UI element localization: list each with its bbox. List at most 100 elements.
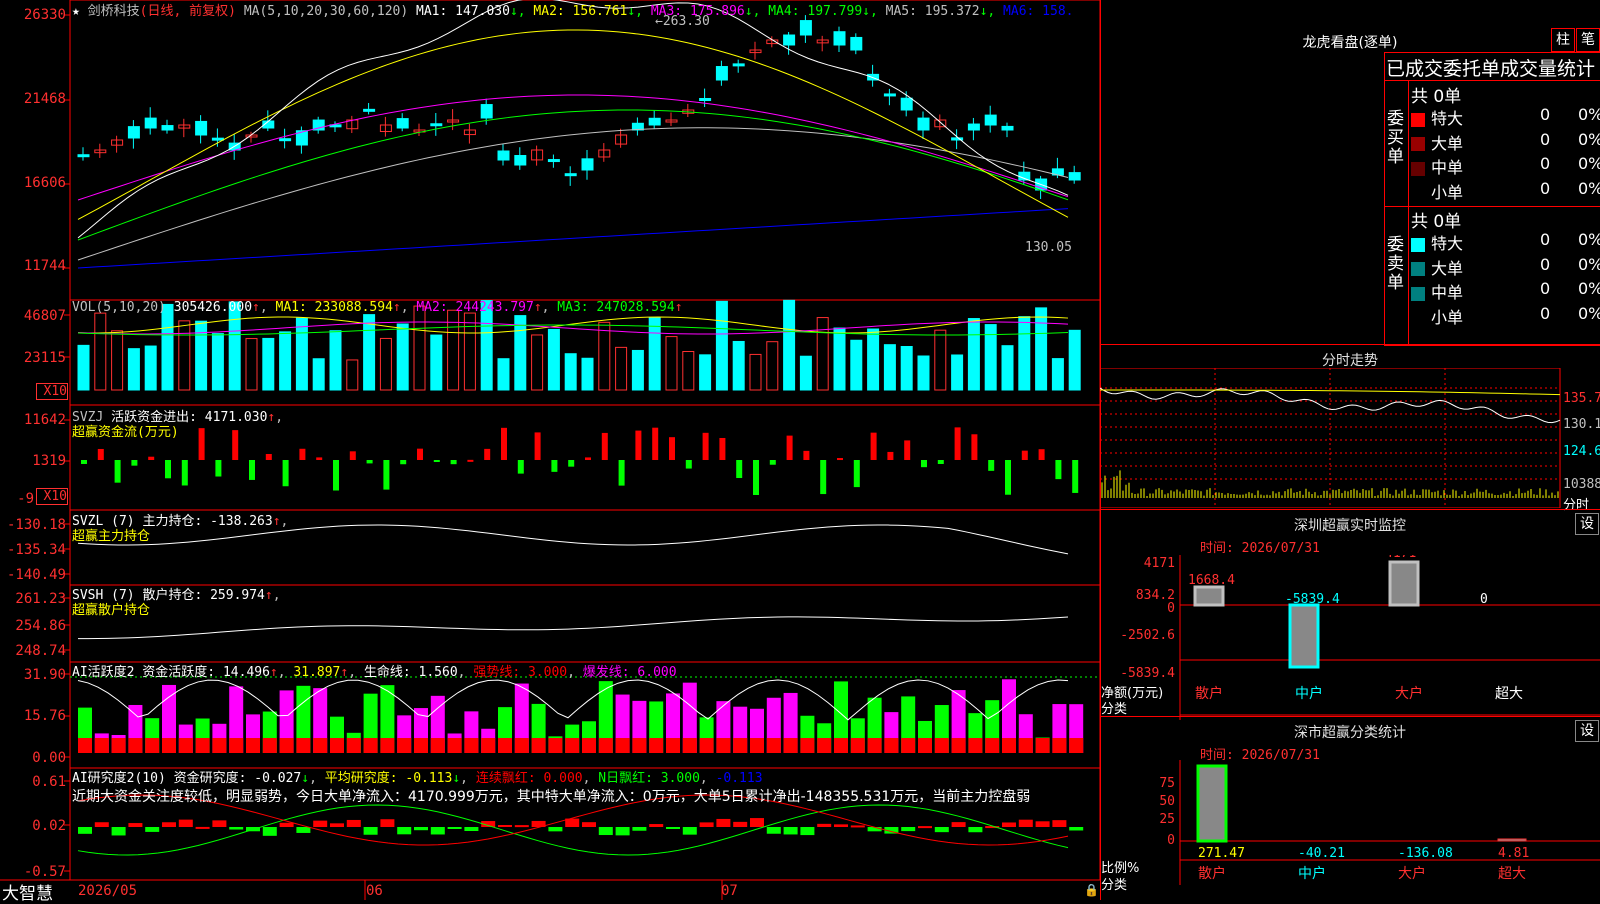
monitor-time: 时间: 2026/07/31 xyxy=(1200,541,1320,556)
chart-area[interactable] xyxy=(0,0,1100,900)
monitor-bar xyxy=(1193,585,1225,607)
research-bar xyxy=(78,827,92,834)
volume-bar xyxy=(430,334,443,391)
price-candle xyxy=(77,154,90,158)
fund-flow-bar xyxy=(769,460,776,465)
research-bar xyxy=(498,825,512,828)
research-bar xyxy=(430,827,445,835)
sell-percent: 0% xyxy=(1578,303,1600,323)
activity-base xyxy=(598,738,613,753)
activity-base xyxy=(178,738,193,753)
classify-value: -136.08 xyxy=(1398,846,1453,861)
date-label-may: 2026/05 xyxy=(78,883,138,899)
classify-y-tick: 0 xyxy=(1167,833,1175,848)
research-bar xyxy=(363,827,378,835)
ma5-value: MA5: 195.372 xyxy=(885,4,980,19)
color-swatch xyxy=(1411,262,1425,276)
activity-base xyxy=(94,738,109,753)
sell-row: 中单 xyxy=(1411,279,1463,303)
retail-holding-line xyxy=(77,616,1069,640)
ma4-value: MA4: 197.799 xyxy=(768,4,863,19)
vol-header: VOL(5,10,20) 305426.000↑, MA1: 233088.59… xyxy=(72,300,683,315)
fund-flow-bar xyxy=(954,427,961,460)
fund-flow-bar xyxy=(383,460,390,490)
date-label-jul: 07 xyxy=(721,883,738,899)
bar-mode-button[interactable]: 柱 xyxy=(1551,28,1575,52)
svsh-tick-1: 261.23 xyxy=(15,591,66,607)
svzj-tick-2: 1319 xyxy=(32,453,66,469)
volume-bar xyxy=(900,346,913,391)
volume-bar xyxy=(867,328,880,391)
activity-base xyxy=(783,738,798,753)
ma5-line xyxy=(77,127,1069,261)
activity-base xyxy=(968,738,983,753)
price-candle xyxy=(1001,125,1014,131)
fund-flow-bar xyxy=(198,428,205,460)
activity-base xyxy=(666,738,680,753)
volume-bar xyxy=(531,334,544,391)
activity-base xyxy=(145,738,160,753)
monitor-chart: 4171834.20-2502.6-5839.41668.4-5839.4417… xyxy=(1120,555,1600,720)
classify-y-tick: 75 xyxy=(1159,776,1175,791)
volume-bar xyxy=(749,353,762,391)
research-bar xyxy=(414,827,428,831)
lock-icon[interactable]: 🔒 xyxy=(1084,883,1099,897)
monitor-category: 大户 xyxy=(1395,685,1423,702)
svzl-tick-1: -130.18 xyxy=(6,517,66,533)
price-candle xyxy=(396,118,409,129)
research-bar xyxy=(682,827,697,835)
fund-flow-bar xyxy=(853,460,860,488)
activity-base xyxy=(615,738,630,753)
brand-logo[interactable]: 大智慧 xyxy=(2,879,53,904)
fund-flow-bar xyxy=(181,460,188,486)
research-bar xyxy=(464,827,479,831)
buy-row: 特大 xyxy=(1411,105,1463,129)
activity-base xyxy=(296,738,311,753)
fund-flow-bar xyxy=(1021,450,1028,460)
monitor-title: 深圳超赢实时监控 xyxy=(1294,518,1406,534)
activity-base xyxy=(1035,738,1050,753)
price-candle xyxy=(581,158,594,171)
classify-value: -40.21 xyxy=(1298,846,1345,861)
ma6-line xyxy=(77,208,1069,269)
volume-bar xyxy=(1018,316,1031,391)
volume-bar xyxy=(1068,329,1081,391)
monitor-bar-value: 0 xyxy=(1480,592,1488,607)
sell-row: 小单 xyxy=(1411,304,1463,328)
fund-flow-bar xyxy=(433,460,440,462)
volume-bar xyxy=(111,330,124,391)
classify-settings-button[interactable]: 设 xyxy=(1575,720,1599,742)
research-bar xyxy=(733,821,748,827)
activity-base xyxy=(750,738,764,753)
buy-row: 小单 xyxy=(1411,179,1463,203)
ai-tick-1: 31.90 xyxy=(23,667,66,683)
classify-category: 中户 xyxy=(1298,865,1326,882)
classify-chart: 75 50 25 0 271.47 -40.21 -136.08 4.81 散户 中户 大户 超大 xyxy=(1159,760,1600,885)
color-swatch xyxy=(1411,311,1425,325)
activity-base xyxy=(934,738,949,753)
fund-flow-bar xyxy=(904,440,911,460)
monitor-category: 散户 xyxy=(1195,685,1223,702)
volume-bar xyxy=(883,344,896,391)
price-tick-4: 11744 xyxy=(23,258,66,274)
fund-flow-bar xyxy=(685,460,692,469)
activity-base xyxy=(884,738,899,753)
price-tick-3: 16606 xyxy=(23,175,66,191)
research-bar xyxy=(699,822,714,827)
volume-bar xyxy=(732,340,745,391)
fund-flow-bar xyxy=(1055,460,1062,480)
intraday-chart[interactable] xyxy=(1100,368,1600,508)
high-label: ←263.30 xyxy=(655,14,710,29)
activity-base xyxy=(397,738,412,753)
research-bar xyxy=(447,827,462,829)
fund-flow-bar xyxy=(215,460,222,477)
fund-flow-bar xyxy=(265,453,272,460)
volume-bar xyxy=(951,354,964,391)
svzj-sub: 超赢资金流(万元) xyxy=(72,425,179,440)
tick-mode-button[interactable]: 笔 xyxy=(1576,28,1600,52)
buy-row: 大单 xyxy=(1411,130,1463,154)
activity-base xyxy=(498,738,512,753)
monitor-settings-button[interactable]: 设 xyxy=(1575,513,1599,535)
research-bar xyxy=(380,819,395,827)
intraday-title: 分时走势 xyxy=(1322,353,1378,369)
